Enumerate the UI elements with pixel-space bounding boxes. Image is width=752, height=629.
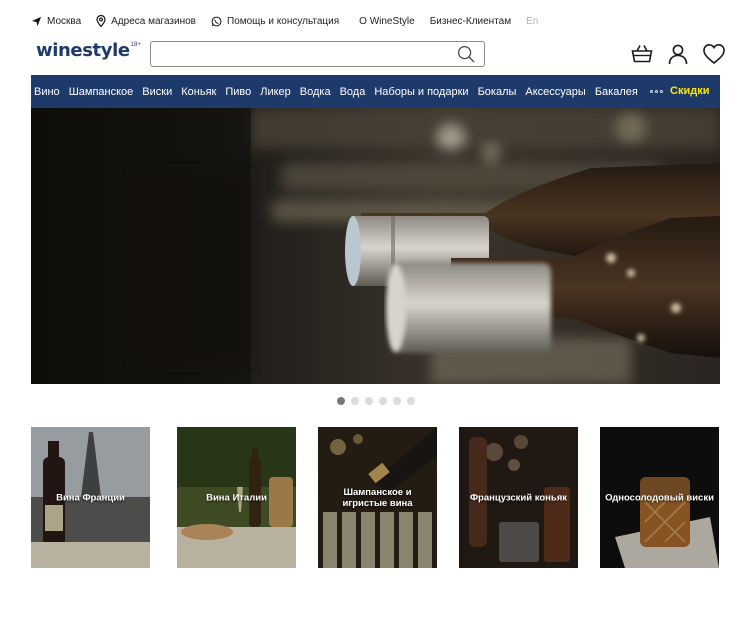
carousel-dot[interactable] bbox=[365, 397, 373, 405]
logo[interactable]: winestyle 18+ bbox=[36, 40, 141, 66]
stores-label: Адреса магазинов bbox=[111, 15, 196, 27]
heart-icon[interactable] bbox=[702, 42, 726, 66]
carousel-dots bbox=[337, 397, 415, 405]
category-card-france-wine[interactable]: Вина Франции bbox=[31, 427, 150, 568]
nav-item-wine[interactable]: Вино bbox=[34, 86, 60, 98]
user-icon[interactable] bbox=[666, 42, 690, 66]
nav-item-glasses[interactable]: Бокалы bbox=[478, 86, 517, 98]
category-label: Вина Италии bbox=[206, 492, 267, 503]
age-badge: 18+ bbox=[130, 42, 141, 48]
category-card-french-cognac[interactable]: Французский коньяк bbox=[459, 427, 578, 568]
category-nav: Вино Шампанское Виски Коньяк Пиво Ликер … bbox=[31, 75, 720, 108]
nav-item-vodka[interactable]: Водка bbox=[300, 86, 331, 98]
stores-link[interactable]: Адреса магазинов bbox=[96, 15, 196, 27]
whatsapp-icon bbox=[211, 16, 222, 27]
header-actions bbox=[630, 42, 726, 66]
search-icon[interactable] bbox=[457, 45, 476, 69]
hero-image bbox=[31, 108, 720, 384]
top-bar: Москва Адреса магазинов Помощь и консуль… bbox=[31, 10, 538, 32]
hero-banner[interactable] bbox=[31, 108, 720, 384]
category-label: Французский коньяк bbox=[469, 492, 568, 503]
basket-icon[interactable] bbox=[630, 42, 654, 66]
more-dots-icon[interactable] bbox=[650, 90, 663, 93]
language-switch[interactable]: En bbox=[526, 16, 538, 27]
city-label: Москва bbox=[47, 15, 82, 27]
nav-item-champagne[interactable]: Шампанское bbox=[69, 86, 134, 98]
nav-item-liqueur[interactable]: Ликер bbox=[260, 86, 291, 98]
category-label: Односолодовый виски bbox=[605, 492, 714, 503]
carousel-dot[interactable] bbox=[407, 397, 415, 405]
category-label: Шампанское и игристые вина bbox=[342, 486, 413, 509]
business-link[interactable]: Бизнес-Клиентам bbox=[430, 16, 511, 27]
nav-item-grocery[interactable]: Бакалея bbox=[595, 86, 638, 98]
nav-item-beer[interactable]: Пиво bbox=[225, 86, 251, 98]
search-input[interactable] bbox=[159, 46, 449, 62]
about-link[interactable]: О WineStyle bbox=[359, 16, 415, 27]
logo-text: winestyle bbox=[36, 40, 130, 61]
nav-item-sale[interactable]: Скидки bbox=[670, 85, 709, 97]
map-pin-icon bbox=[96, 15, 106, 27]
category-card-single-malt[interactable]: Односолодовый виски bbox=[600, 427, 719, 568]
about-label: О WineStyle bbox=[359, 15, 415, 27]
nav-item-gift-sets[interactable]: Наборы и подарки bbox=[374, 86, 468, 98]
category-card-champagne[interactable]: Шампанское и игристые вина bbox=[318, 427, 437, 568]
search-box[interactable] bbox=[150, 41, 485, 67]
business-label: Бизнес-Клиентам bbox=[429, 15, 512, 27]
nav-item-whisky[interactable]: Виски bbox=[142, 86, 172, 98]
carousel-dot[interactable] bbox=[351, 397, 359, 405]
category-label: Вина Франции bbox=[56, 492, 125, 503]
location-arrow-icon bbox=[31, 16, 42, 27]
carousel-dot[interactable] bbox=[393, 397, 401, 405]
category-card-italy-wine[interactable]: Вина Италии bbox=[177, 427, 296, 568]
nav-item-accessories[interactable]: Аксессуары bbox=[525, 86, 585, 98]
nav-item-cognac[interactable]: Коньяк bbox=[181, 86, 216, 98]
language-label: En bbox=[526, 15, 539, 27]
city-selector[interactable]: Москва bbox=[31, 16, 81, 27]
carousel-dot[interactable] bbox=[337, 397, 345, 405]
help-label: Помощь и консультация bbox=[227, 15, 340, 27]
nav-item-water[interactable]: Вода bbox=[340, 86, 366, 98]
carousel-dot[interactable] bbox=[379, 397, 387, 405]
help-link[interactable]: Помощь и консультация bbox=[211, 16, 339, 27]
